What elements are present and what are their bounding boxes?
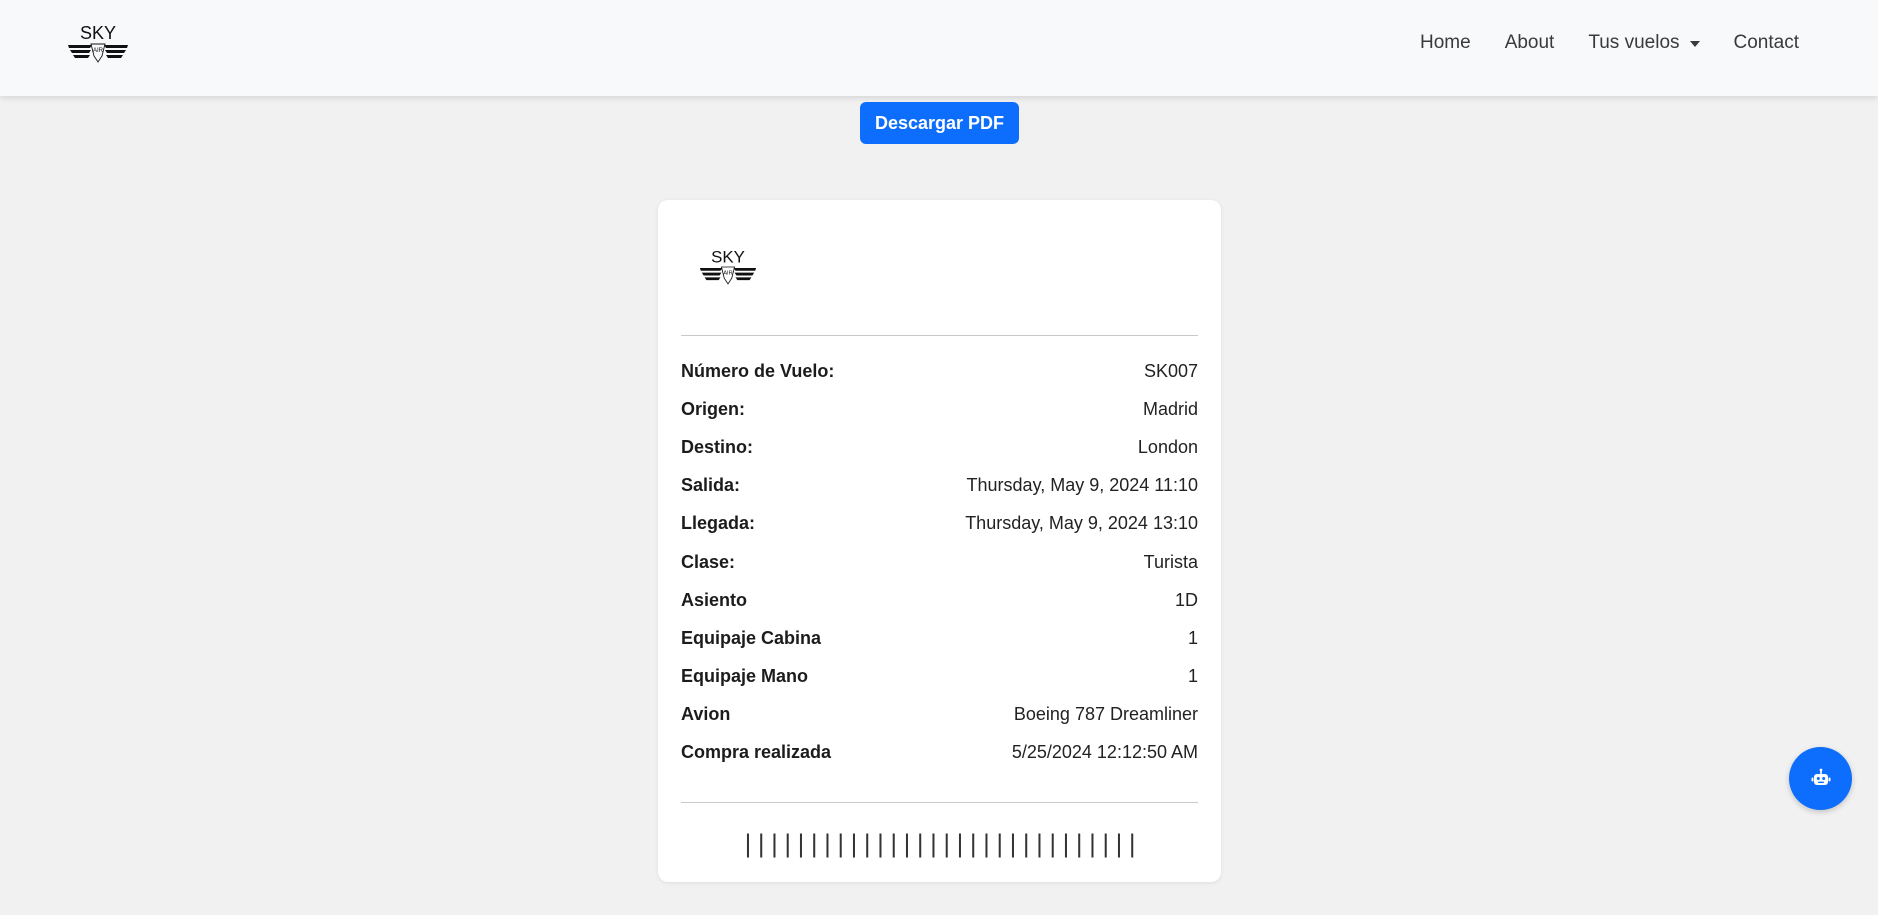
detail-value: Madrid bbox=[1142, 398, 1198, 419]
nav-contact-link[interactable]: Contact bbox=[1717, 30, 1816, 56]
barcode: |||||||||||||||||||||||||||||| bbox=[740, 830, 1140, 858]
detail-label: Avion bbox=[681, 704, 731, 725]
detail-row-departure: Salida: Thursday, May 9, 2024 11:10 bbox=[681, 467, 1198, 505]
detail-label: Compra realizada bbox=[681, 742, 832, 763]
ticket-divider-bottom bbox=[681, 802, 1198, 803]
detail-label: Origen: bbox=[681, 398, 746, 419]
detail-label: Número de Vuelo: bbox=[681, 360, 835, 381]
nav-home-link[interactable]: Home bbox=[1403, 30, 1488, 56]
detail-label: Salida: bbox=[681, 475, 741, 496]
detail-value: Turista bbox=[1143, 551, 1198, 572]
detail-label: Equipaje Cabina bbox=[681, 627, 822, 648]
detail-label: Clase: bbox=[681, 551, 736, 572]
robot-icon bbox=[1811, 768, 1830, 785]
detail-row-flight-number: Número de Vuelo: SK007 bbox=[681, 352, 1198, 390]
sky-air-logo[interactable]: SKY AIR bbox=[66, 24, 130, 64]
ticket-details: Número de Vuelo: SK007 Origen: Madrid De… bbox=[681, 352, 1198, 772]
detail-value: 5/25/2024 12:12:50 AM bbox=[1011, 742, 1198, 763]
detail-row-destination: Destino: London bbox=[681, 428, 1198, 466]
nav-tus-vuelos-label: Tus vuelos bbox=[1588, 32, 1680, 53]
detail-label: Destino: bbox=[681, 436, 753, 457]
svg-text:SKY: SKY bbox=[80, 24, 116, 43]
detail-value: SK007 bbox=[1143, 360, 1198, 381]
detail-value: 1D bbox=[1174, 589, 1198, 610]
detail-row-purchase-date: Compra realizada 5/25/2024 12:12:50 AM bbox=[681, 734, 1198, 772]
svg-text:SKY: SKY bbox=[711, 248, 745, 266]
detail-row-hand-baggage: Equipaje Mano 1 bbox=[681, 658, 1198, 696]
detail-value: Boeing 787 Dreamliner bbox=[1013, 704, 1198, 725]
detail-value: 1 bbox=[1187, 666, 1198, 687]
nav-about-link[interactable]: About bbox=[1488, 30, 1572, 56]
chatbot-button[interactable] bbox=[1789, 747, 1852, 810]
detail-row-cabin-baggage: Equipaje Cabina 1 bbox=[681, 619, 1198, 657]
ticket-divider-top bbox=[681, 335, 1198, 336]
detail-row-seat: Asiento 1D bbox=[681, 581, 1198, 619]
detail-value: Thursday, May 9, 2024 11:10 bbox=[966, 475, 1198, 496]
detail-value: 1 bbox=[1187, 627, 1198, 648]
svg-text:AIR: AIR bbox=[93, 48, 104, 54]
detail-row-class: Clase: Turista bbox=[681, 543, 1198, 581]
navbar: SKY AIR Home About Tus vuelos Contact bbox=[0, 0, 1878, 96]
download-pdf-button[interactable]: Descargar PDF bbox=[860, 102, 1019, 144]
nav-links: Home About Tus vuelos Contact bbox=[1403, 30, 1816, 56]
caret-down-icon bbox=[1689, 41, 1700, 47]
detail-row-aircraft: Avion Boeing 787 Dreamliner bbox=[681, 696, 1198, 734]
nav-tus-vuelos-dropdown[interactable]: Tus vuelos bbox=[1571, 30, 1716, 56]
detail-value: Thursday, May 9, 2024 13:10 bbox=[965, 513, 1198, 534]
ticket-sky-air-logo: SKY AIR bbox=[699, 248, 757, 285]
detail-value: London bbox=[1137, 436, 1198, 457]
detail-row-origin: Origen: Madrid bbox=[681, 390, 1198, 428]
svg-text:AIR: AIR bbox=[723, 271, 732, 277]
detail-label: Llegada: bbox=[681, 513, 756, 534]
detail-row-arrival: Llegada: Thursday, May 9, 2024 13:10 bbox=[681, 505, 1198, 543]
detail-label: Asiento bbox=[681, 589, 748, 610]
boarding-pass-card: SKY AIR Número de Vuelo: SK007 Origen: M… bbox=[658, 200, 1221, 882]
detail-label: Equipaje Mano bbox=[681, 666, 809, 687]
